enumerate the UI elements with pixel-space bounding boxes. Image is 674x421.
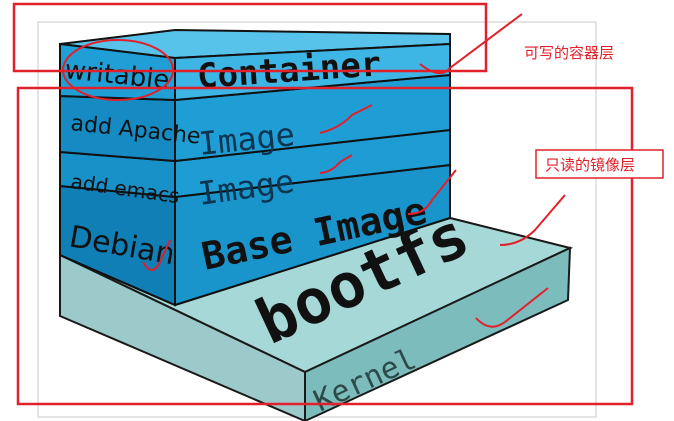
docker-layers-diagram: bootfs Kernel Debian Base Image add emac…	[0, 0, 674, 421]
readonly-layers-note: 只读的镜像层	[545, 156, 635, 174]
writable-layer-note: 可写的容器层	[524, 44, 614, 62]
